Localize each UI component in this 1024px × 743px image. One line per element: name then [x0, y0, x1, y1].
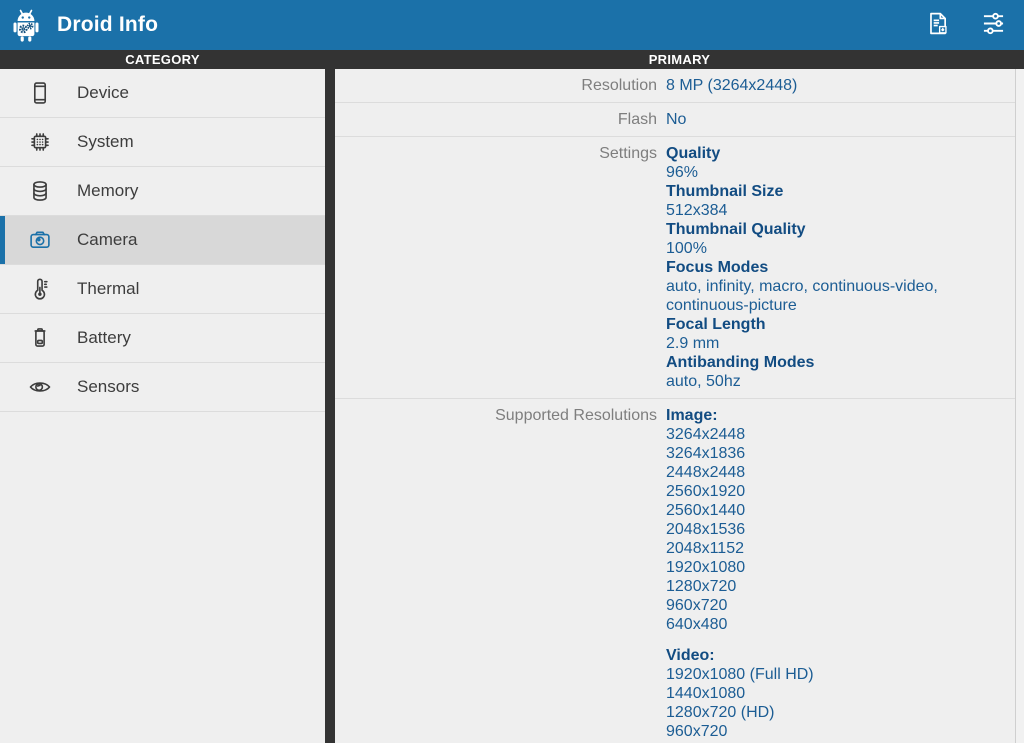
sidebar-item-thermal[interactable]: Thermal — [0, 265, 325, 314]
value-line: No — [666, 111, 687, 128]
value-line: 1920x1080 — [666, 559, 746, 576]
panel-divider — [325, 69, 335, 743]
sidebar-item-label: System — [77, 132, 134, 151]
value-line: 3264x1836 — [666, 445, 746, 462]
settings-tune-button[interactable] — [976, 8, 1010, 42]
sidebar-item-system[interactable]: System — [0, 118, 325, 167]
battery-icon — [27, 325, 53, 351]
value-heading: Thumbnail Size — [666, 183, 784, 200]
scrollbar-gutter — [1016, 69, 1024, 743]
sidebar-item-camera[interactable]: Camera — [0, 216, 325, 265]
value-heading: Quality — [666, 145, 721, 162]
value-heading: Focus Modes — [666, 259, 769, 276]
main-area: Device System Memory Camera Thermal Battery Se… — [0, 69, 1024, 743]
value-line: auto, 50hz — [666, 373, 741, 390]
value-line: 960x720 — [666, 723, 728, 740]
row-value: 8 MP (3264x2448) — [666, 76, 797, 95]
sidebar-item-device[interactable]: Device — [0, 69, 325, 118]
eye-icon — [27, 374, 53, 400]
value-line: 96% — [666, 164, 699, 181]
primary-header: PRIMARY — [648, 52, 711, 67]
column-headers: CATEGORY PRIMARY — [0, 50, 1024, 69]
value-spacer — [666, 634, 814, 646]
value-line: 2560x1920 — [666, 483, 746, 500]
row-label: Flash — [617, 111, 657, 128]
info-row-supported-resolutions: Supported Resolutions Image: 3264x2448 3264… — [335, 399, 1015, 743]
category-sidebar: Device System Memory Camera Thermal Battery Se… — [0, 69, 325, 743]
sidebar-item-memory[interactable]: Memory — [0, 167, 325, 216]
row-value: Image: 3264x2448 3264x1836 2448x2448 2560x19… — [666, 406, 814, 743]
value-line: 640x480 — [666, 616, 728, 633]
value-line: 2.9 mm — [666, 335, 720, 352]
value-line: 1280x720 — [666, 578, 737, 595]
value-line: auto, infinity, macro, continuous-video, — [666, 278, 938, 295]
thermometer-icon — [27, 276, 53, 302]
sidebar-item-battery[interactable]: Battery — [0, 314, 325, 363]
sidebar-item-label: Sensors — [77, 377, 140, 396]
value-line: 2048x1152 — [666, 540, 744, 557]
value-line: 2048x1536 — [666, 521, 746, 538]
sidebar-item-sensors[interactable]: Sensors — [0, 363, 325, 412]
value-line: 100% — [666, 240, 707, 257]
row-label: Resolution — [581, 77, 657, 94]
smartphone-icon — [27, 80, 53, 106]
info-row-resolution: Resolution 8 MP (3264x2448) — [335, 69, 1015, 103]
app-title: Droid Info — [57, 13, 159, 36]
row-label: Settings — [599, 145, 657, 162]
header-divider-segment — [325, 50, 335, 69]
tune-sliders-icon — [980, 10, 1007, 40]
value-line: 1280x720 (HD) — [666, 704, 775, 721]
row-value: Quality 96% Thumbnail Size 512x384 Thumbnail… — [666, 144, 938, 391]
database-icon — [27, 178, 53, 204]
info-row-flash: Flash No — [335, 103, 1015, 137]
value-heading: Focal Length — [666, 316, 766, 333]
export-report-button[interactable] — [920, 8, 954, 42]
appbar-actions — [920, 8, 1010, 42]
chip-icon — [27, 129, 53, 155]
value-line: continuous-picture — [666, 297, 797, 314]
value-line: 1920x1080 (Full HD) — [666, 666, 814, 683]
app-bar: Droid Info — [0, 0, 1024, 50]
value-line: 960x720 — [666, 597, 728, 614]
value-line: 2448x2448 — [666, 464, 746, 481]
detail-panel: Resolution 8 MP (3264x2448) Flash No Setting… — [335, 69, 1016, 743]
android-robot-gears-icon — [5, 4, 47, 46]
row-label: Supported Resolutions — [495, 407, 657, 424]
droid-info-app: Droid Info CATEGORY PRIMARY Device Syste… — [0, 0, 1024, 743]
category-header: CATEGORY — [125, 52, 200, 67]
report-export-icon — [924, 10, 951, 40]
value-line: 8 MP (3264x2448) — [666, 77, 798, 94]
value-heading: Video: — [666, 647, 715, 664]
row-value: No — [666, 110, 686, 129]
value-line: 1440x1080 — [666, 685, 746, 702]
camera-icon — [27, 227, 53, 253]
sidebar-item-label: Device — [77, 83, 129, 102]
value-line: 2560x1440 — [666, 502, 746, 519]
sidebar-item-label: Camera — [77, 230, 138, 249]
info-row-settings: Settings Quality 96% Thumbnail Size 512x384 T… — [335, 137, 1015, 399]
value-heading: Antibanding Modes — [666, 354, 815, 371]
value-line: 3264x2448 — [666, 426, 746, 443]
value-heading: Image: — [666, 407, 718, 424]
value-line: 512x384 — [666, 202, 728, 219]
value-heading: Thumbnail Quality — [666, 221, 806, 238]
sidebar-item-label: Memory — [77, 181, 139, 200]
sidebar-item-label: Battery — [77, 328, 131, 347]
sidebar-item-label: Thermal — [77, 279, 140, 298]
